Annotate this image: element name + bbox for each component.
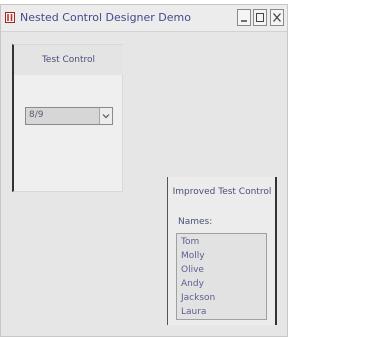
close-button[interactable]	[270, 9, 284, 26]
list-item[interactable]: Tom	[181, 237, 199, 247]
app-window: Nested Control Designer Demo Test Contro…	[0, 4, 288, 337]
combobox-value: 8/9	[29, 110, 44, 120]
minimize-button[interactable]	[237, 9, 251, 26]
improved-test-control-panel: Improved Test Control Names: Tom Molly O…	[167, 177, 277, 325]
names-listbox[interactable]: Tom Molly Olive Andy Jackson Laura	[176, 233, 267, 320]
title-bar[interactable]: Nested Control Designer Demo	[1, 5, 287, 32]
test-control-combobox[interactable]: 8/9	[25, 107, 113, 125]
maximize-button[interactable]	[253, 9, 267, 26]
improved-test-control-header: Improved Test Control	[172, 187, 272, 197]
list-item[interactable]: Andy	[181, 279, 204, 289]
client-area: Test Control 8/9 Improved Test Control N…	[1, 32, 287, 336]
window-title: Nested Control Designer Demo	[20, 11, 191, 24]
list-item[interactable]: Jackson	[181, 293, 215, 303]
names-label: Names:	[178, 217, 213, 227]
maximize-icon	[256, 13, 264, 22]
app-icon	[5, 12, 15, 23]
minimize-icon	[241, 20, 247, 22]
close-icon	[273, 13, 281, 22]
test-control-header: Test Control	[14, 45, 123, 75]
test-control-panel: Test Control 8/9	[12, 44, 123, 192]
list-item[interactable]: Olive	[181, 265, 204, 275]
list-item[interactable]: Laura	[181, 307, 206, 317]
list-item[interactable]: Molly	[181, 251, 205, 261]
chevron-down-icon	[102, 114, 110, 119]
combobox-dropdown-button[interactable]	[99, 108, 112, 124]
